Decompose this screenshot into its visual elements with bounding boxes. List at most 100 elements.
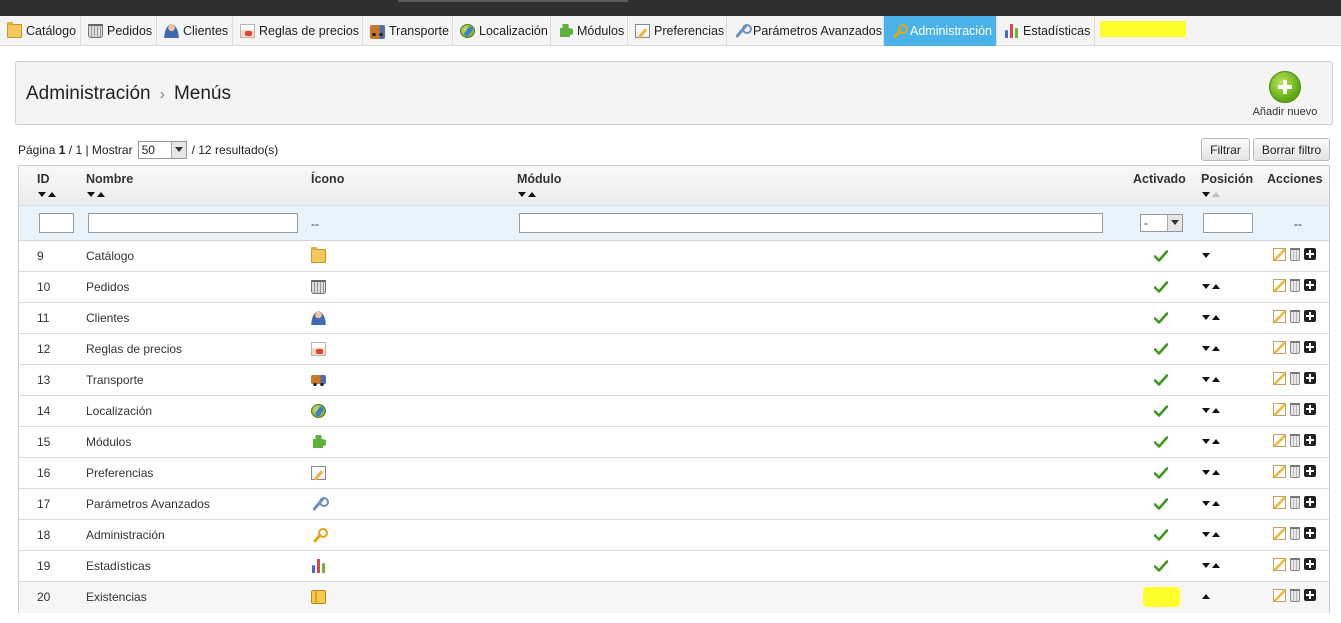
edit-icon[interactable] bbox=[1273, 558, 1286, 571]
check-icon[interactable] bbox=[1153, 436, 1169, 448]
move-down-icon[interactable] bbox=[1202, 408, 1210, 413]
check-icon[interactable] bbox=[1153, 343, 1169, 355]
table-row[interactable]: 9 Catálogo bbox=[19, 241, 1329, 272]
more-actions-icon[interactable] bbox=[1304, 372, 1316, 384]
filter-id-input[interactable] bbox=[39, 213, 74, 233]
table-row[interactable]: 20 Existencias bbox=[19, 582, 1329, 613]
tab-6[interactable]: Localización bbox=[453, 16, 551, 46]
delete-icon[interactable] bbox=[1290, 248, 1300, 261]
edit-icon[interactable] bbox=[1273, 465, 1286, 478]
delete-icon[interactable] bbox=[1290, 310, 1300, 323]
move-up-icon[interactable] bbox=[1202, 594, 1210, 599]
per-page-select[interactable]: 50 bbox=[137, 141, 187, 159]
filter-module-input[interactable] bbox=[519, 213, 1103, 233]
move-down-icon[interactable] bbox=[1202, 439, 1210, 444]
move-up-icon[interactable] bbox=[1212, 501, 1220, 506]
sort-asc-icon[interactable] bbox=[48, 192, 56, 197]
move-up-icon[interactable] bbox=[1212, 408, 1220, 413]
table-row[interactable]: 11 Clientes bbox=[19, 303, 1329, 334]
edit-icon[interactable] bbox=[1273, 527, 1286, 540]
tab-2[interactable]: Pedidos bbox=[81, 16, 157, 46]
move-up-icon[interactable] bbox=[1212, 470, 1220, 475]
sort-asc-icon[interactable] bbox=[1212, 192, 1220, 197]
tab-9[interactable]: Parámetros Avanzados bbox=[727, 16, 884, 46]
more-actions-icon[interactable] bbox=[1304, 248, 1316, 260]
table-row[interactable]: 13 Transporte bbox=[19, 365, 1329, 396]
check-icon[interactable] bbox=[1153, 374, 1169, 386]
tab-11[interactable]: Estadísticas bbox=[997, 16, 1095, 46]
check-icon[interactable] bbox=[1153, 467, 1169, 479]
check-icon[interactable] bbox=[1153, 498, 1169, 510]
tab-8[interactable]: Preferencias bbox=[628, 16, 727, 46]
move-up-icon[interactable] bbox=[1212, 532, 1220, 537]
delete-icon[interactable] bbox=[1290, 465, 1300, 478]
check-icon[interactable] bbox=[1153, 560, 1169, 572]
delete-icon[interactable] bbox=[1290, 341, 1300, 354]
more-actions-icon[interactable] bbox=[1304, 310, 1316, 322]
more-actions-icon[interactable] bbox=[1304, 496, 1316, 508]
edit-icon[interactable] bbox=[1273, 434, 1286, 447]
move-down-icon[interactable] bbox=[1202, 346, 1210, 351]
move-up-icon[interactable] bbox=[1212, 346, 1220, 351]
sort-asc-icon[interactable] bbox=[97, 192, 105, 197]
move-up-icon[interactable] bbox=[1212, 563, 1220, 568]
move-down-icon[interactable] bbox=[1202, 377, 1210, 382]
edit-icon[interactable] bbox=[1273, 310, 1286, 323]
table-row[interactable]: 15 Módulos bbox=[19, 427, 1329, 458]
edit-icon[interactable] bbox=[1273, 403, 1286, 416]
sort-asc-icon[interactable] bbox=[528, 192, 536, 197]
add-new-button[interactable]: Añadir nuevo bbox=[1250, 71, 1320, 118]
move-down-icon[interactable] bbox=[1202, 284, 1210, 289]
sort-desc-icon[interactable] bbox=[1202, 192, 1210, 197]
check-icon[interactable] bbox=[1153, 529, 1169, 541]
filter-button[interactable]: Filtrar bbox=[1201, 138, 1250, 161]
delete-icon[interactable] bbox=[1290, 434, 1300, 447]
more-actions-icon[interactable] bbox=[1304, 527, 1316, 539]
edit-icon[interactable] bbox=[1273, 589, 1286, 602]
table-row[interactable]: 10 Pedidos bbox=[19, 272, 1329, 303]
table-row[interactable]: 17 Parámetros Avanzados bbox=[19, 489, 1329, 520]
move-up-icon[interactable] bbox=[1212, 439, 1220, 444]
edit-icon[interactable] bbox=[1273, 341, 1286, 354]
delete-icon[interactable] bbox=[1290, 558, 1300, 571]
delete-icon[interactable] bbox=[1290, 527, 1300, 540]
more-actions-icon[interactable] bbox=[1304, 434, 1316, 446]
check-icon[interactable] bbox=[1153, 312, 1169, 324]
filter-name-input[interactable] bbox=[88, 213, 298, 233]
delete-icon[interactable] bbox=[1290, 372, 1300, 385]
check-icon[interactable] bbox=[1153, 405, 1169, 417]
move-down-icon[interactable] bbox=[1202, 470, 1210, 475]
edit-icon[interactable] bbox=[1273, 372, 1286, 385]
filter-active-select[interactable]: - bbox=[1140, 214, 1183, 232]
sort-desc-icon[interactable] bbox=[518, 192, 526, 197]
sort-desc-icon[interactable] bbox=[87, 192, 95, 197]
more-actions-icon[interactable] bbox=[1304, 279, 1316, 291]
move-up-icon[interactable] bbox=[1212, 377, 1220, 382]
table-row[interactable]: 14 Localización bbox=[19, 396, 1329, 427]
delete-icon[interactable] bbox=[1290, 279, 1300, 292]
move-down-icon[interactable] bbox=[1202, 315, 1210, 320]
check-icon[interactable] bbox=[1153, 250, 1169, 262]
tab-1[interactable]: Catálogo bbox=[0, 16, 81, 46]
more-actions-icon[interactable] bbox=[1304, 465, 1316, 477]
sort-desc-icon[interactable] bbox=[38, 192, 46, 197]
move-down-icon[interactable] bbox=[1202, 563, 1210, 568]
more-actions-icon[interactable] bbox=[1304, 558, 1316, 570]
delete-icon[interactable] bbox=[1290, 403, 1300, 416]
filter-position-input[interactable] bbox=[1203, 213, 1253, 233]
tab-7[interactable]: Módulos bbox=[551, 16, 628, 46]
tab-3[interactable]: Clientes bbox=[157, 16, 233, 46]
tab-4[interactable]: Reglas de precios bbox=[233, 16, 363, 46]
tab-10[interactable]: Administración bbox=[884, 16, 997, 46]
move-up-icon[interactable] bbox=[1212, 284, 1220, 289]
move-down-icon[interactable] bbox=[1202, 253, 1210, 258]
move-down-icon[interactable] bbox=[1202, 532, 1210, 537]
table-row[interactable]: 16 Preferencias bbox=[19, 458, 1329, 489]
move-down-icon[interactable] bbox=[1202, 501, 1210, 506]
delete-icon[interactable] bbox=[1290, 496, 1300, 509]
more-actions-icon[interactable] bbox=[1304, 589, 1316, 601]
tab-5[interactable]: Transporte bbox=[363, 16, 453, 46]
delete-icon[interactable] bbox=[1290, 589, 1300, 602]
table-row[interactable]: 18 Administración bbox=[19, 520, 1329, 551]
table-row[interactable]: 19 Estadísticas bbox=[19, 551, 1329, 582]
